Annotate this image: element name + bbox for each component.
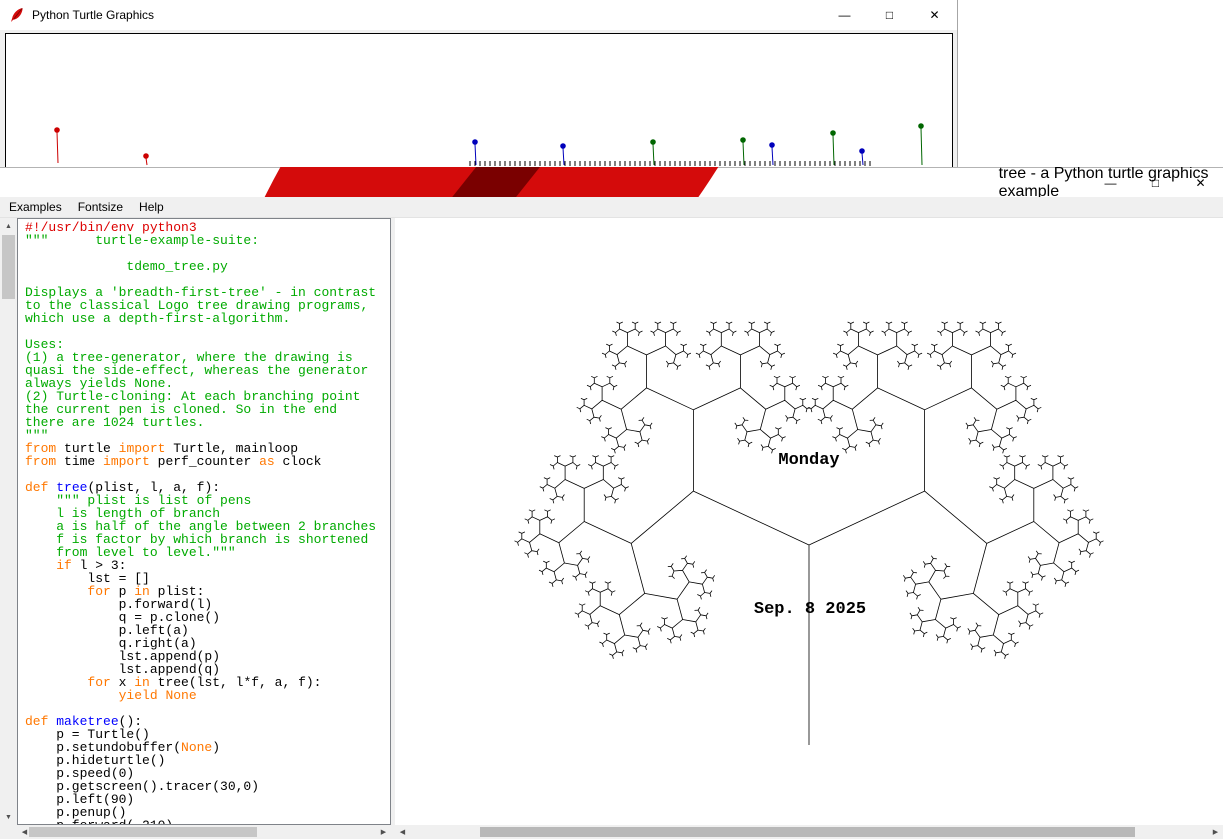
canvas-text: Sep. 8 2025 — [754, 600, 866, 619]
code-line: from time import perf_counter as clock — [25, 455, 376, 468]
turtle-pin — [740, 137, 746, 165]
code-editor[interactable]: #!/usr/bin/env python3""" turtle-example… — [17, 218, 391, 825]
tree-branches — [515, 322, 1104, 745]
scroll-left-icon[interactable]: ◀ — [395, 825, 410, 839]
code-text: #!/usr/bin/env python3""" turtle-example… — [25, 221, 376, 825]
menu-bar: Examples Fontsize Help — [0, 197, 1223, 218]
fractal-tree-drawing: Monday Sep. 8 2025 — [395, 218, 1223, 825]
menu-item-help[interactable]: Help — [132, 197, 171, 218]
minimize-icon: — — [1105, 176, 1117, 190]
close-icon: ✕ — [1195, 176, 1205, 190]
menu-item-fontsize[interactable]: Fontsize — [71, 197, 130, 218]
scroll-up-icon[interactable]: ▲ — [0, 218, 17, 234]
scroll-right-icon[interactable]: ▶ — [1208, 825, 1223, 839]
menu-item-examples[interactable]: Examples — [2, 197, 69, 218]
minimize-button[interactable]: — — [1088, 168, 1133, 197]
demo-canvas: Monday Sep. 8 2025 — [395, 218, 1223, 825]
close-button[interactable]: ✕ — [1178, 168, 1223, 197]
scroll-right-icon[interactable]: ▶ — [376, 825, 391, 839]
scroll-down-icon[interactable]: ▼ — [0, 809, 17, 825]
turtle-pin — [918, 123, 924, 165]
maximize-button[interactable]: □ — [1133, 168, 1178, 197]
scrollbar-thumb[interactable] — [29, 827, 257, 837]
turtle-graphics-canvas — [5, 33, 953, 167]
code-line: there are 1024 turtles. — [25, 416, 376, 429]
tick-row — [470, 161, 870, 166]
code-line: """ turtle-example-suite: — [25, 234, 376, 247]
turtle-pin — [830, 130, 836, 165]
scrollbar-thumb[interactable] — [480, 827, 1135, 837]
maximize-icon: □ — [1152, 176, 1159, 190]
tree-demo-window: tree - a Python turtle graphics example … — [0, 167, 1223, 839]
turtle-pin — [54, 127, 60, 163]
background-window: Python Turtle Graphics — □ ✕ — [0, 0, 958, 167]
titlebar[interactable]: tree - a Python turtle graphics example … — [0, 168, 1223, 197]
turtle-pin — [143, 153, 149, 165]
turtle-drawing — [0, 0, 958, 167]
code-line: yield None — [25, 689, 376, 702]
code-vertical-scrollbar[interactable]: ▲ ▼ — [0, 218, 17, 825]
canvas-horizontal-scrollbar[interactable]: ◀ ▶ — [395, 825, 1223, 839]
canvas-text: Monday — [778, 451, 839, 470]
scrollbar-corner — [0, 825, 17, 839]
scrollbar-thumb[interactable] — [2, 235, 15, 299]
code-horizontal-scrollbar[interactable]: ◀ ▶ — [17, 825, 391, 839]
code-line: which use a depth-first-algorithm. — [25, 312, 376, 325]
code-line: tdemo_tree.py — [25, 260, 376, 273]
code-line — [25, 325, 376, 338]
window-content: ▲ ▼ #!/usr/bin/env python3""" turtle-exa… — [0, 218, 1223, 839]
